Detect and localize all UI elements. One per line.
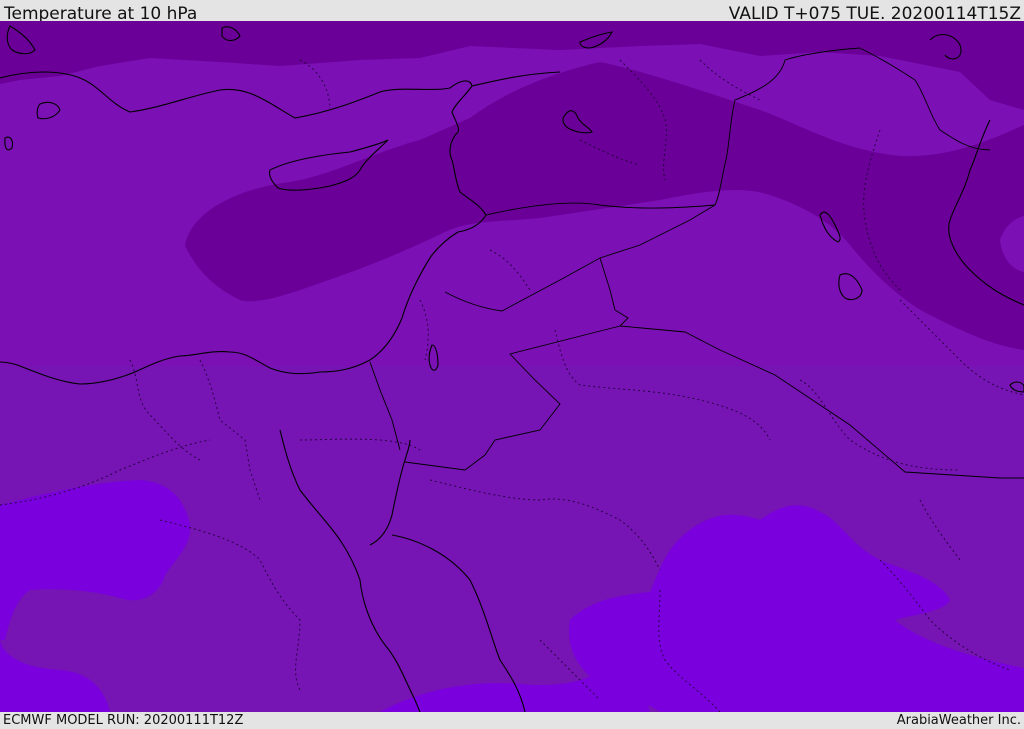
- weather-map: [0, 21, 1024, 712]
- model-run-label: ECMWF MODEL RUN: 20200111T12Z: [3, 713, 244, 728]
- footer-bar: ECMWF MODEL RUN: 20200111T12Z ArabiaWeat…: [0, 712, 1024, 729]
- credit-label: ArabiaWeather Inc.: [896, 713, 1021, 728]
- header-bar: Temperature at 10 hPa VALID T+075 TUE. 2…: [0, 0, 1024, 24]
